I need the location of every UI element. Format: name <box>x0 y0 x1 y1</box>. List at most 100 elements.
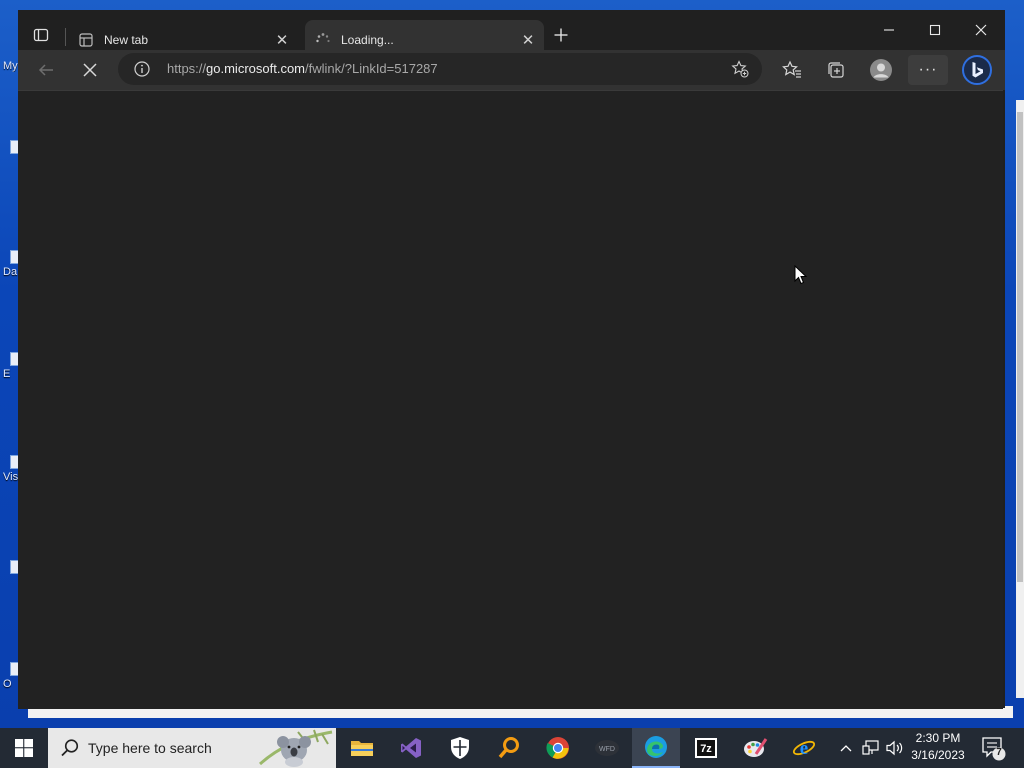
taskbar: Type here to search WFD 7z e 2:30 PM 3/1… <box>0 728 1024 768</box>
back-arrow-icon <box>38 64 53 76</box>
maximize-button[interactable] <box>912 10 958 50</box>
desktop-icon-label: Vis <box>3 471 18 483</box>
taskbar-search-app[interactable] <box>485 728 533 768</box>
edge-icon <box>645 736 667 758</box>
show-hidden-icons-button[interactable] <box>836 728 856 768</box>
taskbar-google-chrome[interactable] <box>534 728 582 768</box>
close-tab-icon[interactable]: ✕ <box>518 30 538 50</box>
taskbar-file-explorer[interactable] <box>338 728 386 768</box>
mouse-cursor-icon <box>794 265 808 285</box>
shortcut-icon <box>10 140 18 154</box>
more-horizontal-icon: ··· <box>918 61 938 78</box>
7zip-icon: 7z <box>695 738 717 758</box>
taskbar-search-box[interactable]: Type here to search <box>48 728 336 768</box>
new-tab-button[interactable] <box>550 24 572 46</box>
desktop-icon-1[interactable] <box>0 140 18 156</box>
desktop-icon-o[interactable]: O <box>0 662 18 690</box>
plus-icon <box>554 28 568 42</box>
site-info-icon[interactable] <box>134 61 150 77</box>
taskbar-visual-studio[interactable] <box>387 728 435 768</box>
taskbar-7zip[interactable]: 7z <box>682 728 730 768</box>
search-highlight-koala-icon <box>259 729 333 767</box>
tab-actions-icon <box>33 28 49 42</box>
favorites-button[interactable] <box>778 56 806 84</box>
wfd-app-icon: WFD <box>595 740 619 756</box>
shortcut-icon <box>10 560 18 574</box>
tab-separator <box>65 28 66 46</box>
url-path: /fwlink/?LinkId=517287 <box>305 61 438 76</box>
profile-button[interactable] <box>867 56 895 84</box>
desktop-icon-5[interactable] <box>0 560 18 576</box>
windows-logo-icon <box>15 739 33 757</box>
bing-chat-button[interactable] <box>961 54 993 86</box>
paint-palette-icon <box>744 738 768 757</box>
volume-tray-button[interactable] <box>884 728 906 768</box>
svg-text:e: e <box>800 738 808 759</box>
collections-button[interactable] <box>822 56 850 84</box>
minimize-button[interactable] <box>866 10 912 50</box>
desktop-icon-e[interactable]: E <box>0 352 18 380</box>
back-button[interactable] <box>32 56 60 84</box>
tab-actions-button[interactable] <box>30 24 52 46</box>
minimize-icon <box>884 29 894 31</box>
tab-title: Loading... <box>341 33 394 47</box>
notification-count-badge: 7 <box>996 747 1002 758</box>
close-icon <box>975 24 987 36</box>
chevron-up-icon <box>840 745 852 752</box>
desktop-icon-label: My <box>3 60 18 72</box>
visual-studio-icon <box>401 738 421 758</box>
settings-more-button[interactable]: ··· <box>908 55 948 85</box>
internet-explorer-icon: e <box>792 738 816 759</box>
network-icon <box>862 740 879 755</box>
stop-loading-button[interactable] <box>76 56 104 84</box>
action-center-button[interactable]: 7 <box>978 734 1008 762</box>
url-text[interactable]: https://go.microsoft.com/fwlink/?LinkId=… <box>167 61 438 76</box>
close-window-button[interactable] <box>958 10 1004 50</box>
taskbar-microsoft-edge[interactable] <box>632 728 680 768</box>
profile-avatar-icon <box>870 59 892 81</box>
desktop-icon-label: Da <box>3 266 18 278</box>
taskbar-wfd-app[interactable]: WFD <box>583 728 631 768</box>
taskbar-internet-explorer[interactable]: e <box>780 728 828 768</box>
shortcut-icon <box>10 352 18 366</box>
navigation-toolbar: https://go.microsoft.com/fwlink/?LinkId=… <box>18 50 1005 90</box>
desktop-icon-label: E <box>3 368 11 380</box>
edge-browser-window: New tab ✕ Loading... ✕ https://go.micros… <box>18 10 1005 709</box>
url-host: go.microsoft.com <box>206 61 306 76</box>
taskbar-windows-security[interactable] <box>436 728 484 768</box>
add-favorite-button[interactable] <box>730 59 750 79</box>
star-add-icon <box>731 60 749 78</box>
stop-icon <box>83 63 97 77</box>
tab-title: New tab <box>104 33 149 47</box>
svg-text:WFD: WFD <box>599 746 615 753</box>
desktop-icon-my[interactable]: My <box>0 60 18 72</box>
loading-spinner-icon <box>315 32 331 48</box>
taskbar-clock[interactable]: 2:30 PM 3/16/2023 <box>908 730 968 764</box>
desktop-icon-vis[interactable]: Vis <box>0 455 18 483</box>
clock-time: 2:30 PM <box>915 731 961 745</box>
address-bar[interactable]: https://go.microsoft.com/fwlink/?LinkId=… <box>118 53 762 85</box>
url-scheme: https:// <box>167 61 207 76</box>
clock-date: 3/16/2023 <box>911 748 965 762</box>
close-tab-icon[interactable]: ✕ <box>272 30 292 50</box>
folder-icon <box>351 741 373 756</box>
scrollbar[interactable] <box>1016 100 1024 698</box>
start-button[interactable] <box>0 728 48 768</box>
search-icon <box>61 739 79 757</box>
network-tray-button[interactable] <box>860 728 882 768</box>
shield-icon <box>451 737 469 759</box>
collections-icon <box>828 62 844 78</box>
desktop-icon-label: O <box>3 678 12 690</box>
maximize-icon <box>929 24 941 36</box>
page-content[interactable] <box>18 90 1003 709</box>
svg-text:7z: 7z <box>700 743 712 755</box>
shortcut-icon <box>10 250 18 264</box>
bing-icon <box>962 55 992 85</box>
chrome-icon <box>546 737 569 759</box>
shortcut-icon <box>10 662 18 676</box>
scrollbar-thumb[interactable] <box>1017 112 1023 582</box>
favorites-star-icon <box>782 60 801 78</box>
taskbar-paint[interactable] <box>731 728 779 768</box>
desktop-icon-da[interactable]: Da <box>0 250 18 278</box>
speaker-icon <box>886 740 903 756</box>
